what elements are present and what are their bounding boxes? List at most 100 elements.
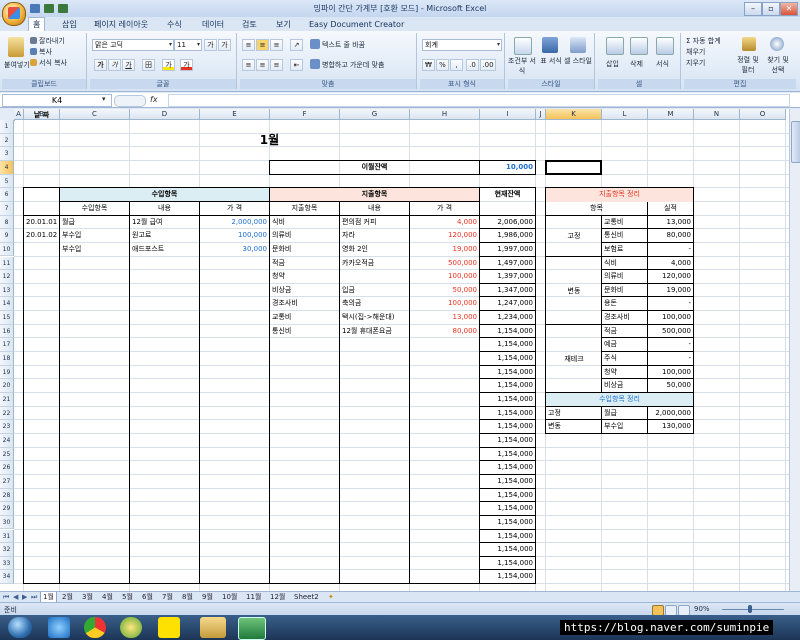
row-header-27[interactable]: 27 xyxy=(0,474,14,489)
fill-color-button[interactable]: 가 xyxy=(162,59,175,71)
insert-cells-icon[interactable] xyxy=(606,37,624,55)
tab-review[interactable]: 검토 xyxy=(238,18,261,31)
shrink-font-button[interactable]: 가 xyxy=(218,39,231,51)
font-name-select[interactable]: 맑은 고딕 ▾ xyxy=(92,39,174,51)
column-header-i[interactable]: I xyxy=(480,109,536,120)
copy-button[interactable]: 복사 xyxy=(39,47,52,57)
file-explorer-icon[interactable] xyxy=(200,617,226,638)
sheet-tab[interactable]: 6월 xyxy=(140,592,155,602)
expense-price[interactable]: 120,000 xyxy=(412,229,477,243)
tab-data[interactable]: 데이터 xyxy=(198,18,228,31)
column-header-h[interactable]: H xyxy=(410,109,480,120)
balance-value[interactable]: 1,154,000 xyxy=(482,543,533,557)
sheet-tab[interactable]: 8월 xyxy=(180,592,195,602)
income-desc[interactable]: 애드포스트 xyxy=(132,243,197,257)
table-format-icon[interactable] xyxy=(542,37,558,53)
summary-item-name[interactable]: 문화비 xyxy=(604,284,645,298)
underline-button[interactable]: 가 xyxy=(122,59,135,71)
income-summary-value[interactable]: 130,000 xyxy=(650,420,691,434)
summary-item-value[interactable]: 4,000 xyxy=(650,257,691,271)
summary-item-value[interactable]: 50,000 xyxy=(650,379,692,393)
balance-value[interactable]: 1,154,000 xyxy=(482,489,533,503)
row-header-17[interactable]: 17 xyxy=(0,338,14,353)
internet-explorer-icon[interactable] xyxy=(48,617,70,638)
expense-desc[interactable]: 택시(집->해운대) xyxy=(342,311,407,325)
column-header-d[interactable]: D xyxy=(130,109,200,120)
expense-desc[interactable]: 축의금 xyxy=(342,297,407,311)
row-header-19[interactable]: 19 xyxy=(0,365,14,380)
sort-filter-icon[interactable] xyxy=(742,37,756,51)
carry-over-value[interactable]: 10,000 xyxy=(482,161,533,175)
expense-price[interactable]: 4,000 xyxy=(412,216,477,230)
column-header-a[interactable]: A xyxy=(14,109,24,120)
summary-item-value[interactable]: - xyxy=(650,297,691,311)
clear-button[interactable]: 지우기 xyxy=(686,58,705,68)
sheet-tab[interactable]: 11월 xyxy=(244,592,263,602)
expense-item[interactable]: 식비 xyxy=(272,216,337,230)
summary-item-name[interactable]: 청약 xyxy=(604,366,645,380)
row-header-9[interactable]: 9 xyxy=(0,229,14,243)
excel-taskbar-icon[interactable] xyxy=(238,617,266,640)
row-header-7[interactable]: 7 xyxy=(0,201,14,216)
date-header[interactable]: 날 짜 xyxy=(26,109,57,123)
conditional-format-icon[interactable] xyxy=(514,37,532,55)
sort-filter-button[interactable]: 정렬 및 필터 xyxy=(736,55,760,75)
cell-style-icon[interactable] xyxy=(570,37,586,53)
expense-item[interactable]: 통신비 xyxy=(272,325,337,339)
expense-item[interactable]: 청약 xyxy=(272,270,337,284)
insert-sheet-icon[interactable]: ✦ xyxy=(326,592,336,602)
align-left-icon[interactable]: ≡ xyxy=(242,59,255,71)
summary-item-name[interactable]: 비상금 xyxy=(604,379,645,393)
expense-item[interactable]: 교통비 xyxy=(272,311,337,325)
column-header-j[interactable]: J xyxy=(536,109,546,120)
format-cells-icon[interactable] xyxy=(656,37,674,55)
balance-value[interactable]: 1,154,000 xyxy=(482,420,533,434)
name-box[interactable]: K4 xyxy=(2,94,112,107)
worksheet-grid[interactable]: ABCDEFGHIJKLMNO 1 2 3 4 5 6 7 8 9 10 11 12 13 14 15 16 1… xyxy=(0,109,789,591)
row-header-11[interactable]: 11 xyxy=(0,256,14,271)
income-col-header[interactable]: 내용 xyxy=(132,202,197,216)
row-header-23[interactable]: 23 xyxy=(0,420,14,434)
row-header-2[interactable]: 2 xyxy=(0,133,14,148)
row-header-33[interactable]: 33 xyxy=(0,556,14,571)
column-header-l[interactable]: L xyxy=(602,109,648,120)
income-price[interactable]: 100,000 xyxy=(202,229,267,243)
expense-price[interactable]: 100,000 xyxy=(412,297,477,311)
column-header-k[interactable]: K xyxy=(546,109,602,120)
row-header-8[interactable]: 8 xyxy=(0,215,14,230)
find-select-icon[interactable] xyxy=(770,37,784,51)
align-top-icon[interactable]: ≡ xyxy=(242,39,255,51)
summary-item-name[interactable]: 적금 xyxy=(604,325,645,339)
row-header-18[interactable]: 18 xyxy=(0,352,14,366)
row-header-25[interactable]: 25 xyxy=(0,447,14,462)
formula-expand-handle[interactable] xyxy=(114,95,146,107)
expense-desc[interactable]: 카카오적금 xyxy=(342,257,407,271)
maximize-button[interactable]: ▫ xyxy=(762,2,780,16)
expense-summary-title[interactable]: 지출항목 정리 xyxy=(548,188,691,202)
expense-col-header[interactable]: 내용 xyxy=(342,202,407,216)
row-header-26[interactable]: 26 xyxy=(0,461,14,475)
format-painter-icon[interactable] xyxy=(30,59,37,66)
zoom-slider[interactable] xyxy=(722,609,784,610)
row-header-21[interactable]: 21 xyxy=(0,393,14,407)
zoom-level[interactable]: 90% xyxy=(694,605,710,613)
income-price[interactable]: 30,000 xyxy=(202,243,268,257)
balance-value[interactable]: 1,234,000 xyxy=(482,311,533,325)
summary-col-actual[interactable]: 실적 xyxy=(650,202,691,216)
align-bottom-icon[interactable]: ≡ xyxy=(270,39,283,51)
delete-cells-icon[interactable] xyxy=(630,37,648,55)
column-header-c[interactable]: C xyxy=(60,109,130,120)
tab-easy-document-creator[interactable]: Easy Document Creator xyxy=(305,18,408,31)
balance-value[interactable]: 1,154,000 xyxy=(482,352,533,366)
balance-value[interactable]: 1,154,000 xyxy=(482,366,533,380)
expense-header[interactable]: 지출항목 xyxy=(272,188,477,202)
scroll-thumb[interactable] xyxy=(791,121,800,163)
increase-decimal-button[interactable]: .0 xyxy=(466,59,479,71)
row-header-14[interactable]: 14 xyxy=(0,297,14,312)
row-header-4[interactable]: 4 xyxy=(0,160,14,175)
column-header-f[interactable]: F xyxy=(270,109,340,120)
expense-desc[interactable]: 자라 xyxy=(342,229,407,243)
first-sheet-icon[interactable]: ⏮ xyxy=(3,593,9,602)
sheet-tab[interactable]: 5월 xyxy=(120,592,135,602)
summary-group-label[interactable]: 변동 xyxy=(546,257,602,325)
